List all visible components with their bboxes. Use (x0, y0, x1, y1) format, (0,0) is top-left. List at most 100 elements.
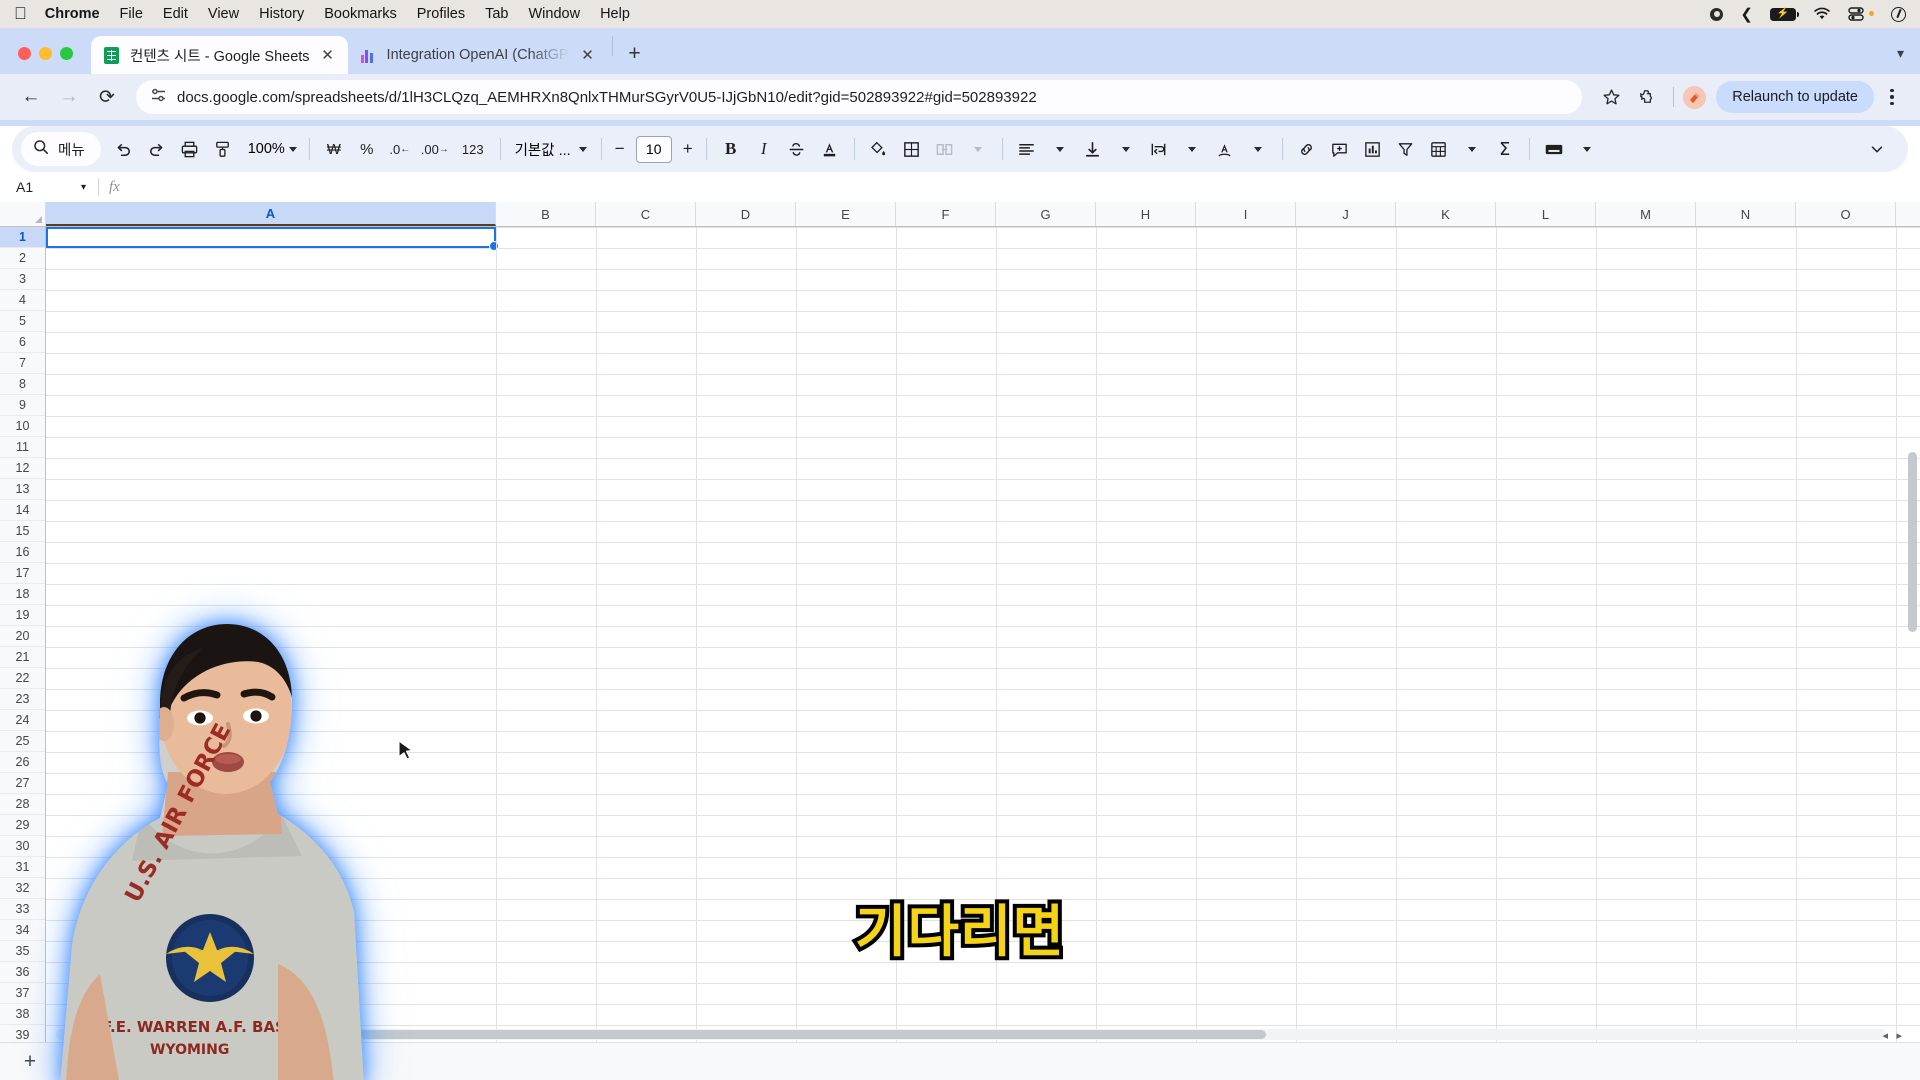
paint-format-icon[interactable] (207, 133, 239, 165)
vertical-scrollbar[interactable] (1907, 452, 1918, 1025)
create-filter-icon[interactable] (1390, 133, 1422, 165)
merge-cells-icon[interactable] (929, 133, 961, 165)
siri-icon[interactable] (1891, 6, 1906, 22)
row-header-14[interactable]: 14 (0, 500, 45, 521)
control-center-chevron-icon[interactable]: ❮ (1740, 5, 1753, 23)
currency-format-button[interactable]: ₩ (318, 133, 350, 165)
battery-charging-icon[interactable]: ⚡ (1770, 7, 1800, 21)
minimize-window-button[interactable] (39, 47, 52, 60)
row-header-26[interactable]: 26 (0, 752, 45, 773)
row-header-29[interactable]: 29 (0, 815, 45, 836)
row-header-17[interactable]: 17 (0, 563, 45, 584)
column-header-f[interactable]: F (896, 202, 996, 226)
column-header-h[interactable]: H (1096, 202, 1196, 226)
vertical-scroll-thumb[interactable] (1908, 452, 1917, 632)
functions-icon[interactable] (1423, 133, 1455, 165)
row-header-16[interactable]: 16 (0, 542, 45, 563)
search-menus-button[interactable]: 메뉴 (21, 132, 101, 166)
maximize-window-button[interactable] (60, 47, 73, 60)
italic-button[interactable]: I (748, 133, 780, 165)
close-window-button[interactable] (18, 47, 31, 60)
row-header-36[interactable]: 36 (0, 962, 45, 983)
insert-comment-icon[interactable] (1324, 133, 1356, 165)
row-header-30[interactable]: 30 (0, 836, 45, 857)
borders-icon[interactable] (896, 133, 928, 165)
close-tab-button[interactable]: ✕ (318, 45, 338, 65)
column-header-j[interactable]: J (1296, 202, 1396, 226)
apple-logo-icon[interactable]:  (14, 5, 27, 22)
row-header-21[interactable]: 21 (0, 647, 45, 668)
row-header-32[interactable]: 32 (0, 878, 45, 899)
sigma-sum-button[interactable]: Σ (1489, 133, 1521, 165)
horizontal-align-icon[interactable] (1011, 133, 1043, 165)
row-header-23[interactable]: 23 (0, 689, 45, 710)
row-header-8[interactable]: 8 (0, 374, 45, 395)
text-rotation-dropdown[interactable] (1242, 133, 1274, 165)
browser-tab-sheets[interactable]: 컨텐츠 시트 - Google Sheets ✕ (91, 36, 348, 74)
row-header-18[interactable]: 18 (0, 584, 45, 605)
fill-color-icon[interactable] (863, 133, 895, 165)
vertical-align-dropdown[interactable] (1110, 133, 1142, 165)
row-header-20[interactable]: 20 (0, 626, 45, 647)
row-header-22[interactable]: 22 (0, 668, 45, 689)
wifi-icon[interactable] (1813, 7, 1831, 21)
puzzle-piece-icon[interactable] (1630, 80, 1664, 114)
address-bar[interactable]: docs.google.com/spreadsheets/d/1lH3CLQzq… (136, 80, 1583, 114)
formula-input[interactable] (120, 175, 1920, 199)
scroll-left-arrow-icon[interactable]: ◂ (1882, 1028, 1888, 1042)
column-header-o[interactable]: O (1796, 202, 1896, 226)
row-header-37[interactable]: 37 (0, 983, 45, 1004)
menu-item-chrome[interactable]: Chrome (45, 6, 100, 22)
row-header-38[interactable]: 38 (0, 1004, 45, 1025)
menu-item-edit[interactable]: Edit (163, 6, 188, 22)
column-header-e[interactable]: E (796, 202, 896, 226)
row-header-11[interactable]: 11 (0, 437, 45, 458)
text-wrap-icon[interactable] (1143, 133, 1175, 165)
input-tools-dropdown[interactable] (1571, 133, 1603, 165)
row-header-6[interactable]: 6 (0, 332, 45, 353)
merge-cells-dropdown[interactable] (962, 133, 994, 165)
decrease-decimal-button[interactable]: .0 ← (384, 133, 416, 165)
tune-icon[interactable] (150, 87, 167, 108)
column-header-a[interactable]: A (46, 202, 496, 226)
more-formats-button[interactable]: 123 (454, 133, 492, 165)
row-header-10[interactable]: 10 (0, 416, 45, 437)
menu-item-bookmarks[interactable]: Bookmarks (324, 6, 397, 22)
menu-item-window[interactable]: Window (529, 6, 581, 22)
row-header-15[interactable]: 15 (0, 521, 45, 542)
row-header-35[interactable]: 35 (0, 941, 45, 962)
star-icon[interactable] (1594, 80, 1628, 114)
collapse-toolbar-chevron-down-icon[interactable] (1861, 133, 1893, 165)
menu-item-profiles[interactable]: Profiles (417, 6, 465, 22)
strikethrough-icon[interactable] (781, 133, 813, 165)
row-header-12[interactable]: 12 (0, 458, 45, 479)
redo-icon[interactable] (141, 133, 173, 165)
row-header-1[interactable]: 1 (0, 227, 45, 248)
row-header-7[interactable]: 7 (0, 353, 45, 374)
name-box[interactable]: A1 ▾ (6, 179, 96, 195)
row-header-4[interactable]: 4 (0, 290, 45, 311)
row-header-3[interactable]: 3 (0, 269, 45, 290)
insert-link-icon[interactable] (1291, 133, 1323, 165)
control-center-icon[interactable] (1848, 7, 1864, 21)
row-header-5[interactable]: 5 (0, 311, 45, 332)
menu-item-help[interactable]: Help (600, 6, 630, 22)
font-size-input[interactable]: 10 (635, 135, 672, 163)
row-header-19[interactable]: 19 (0, 605, 45, 626)
horizontal-align-dropdown[interactable] (1044, 133, 1076, 165)
column-header-g[interactable]: G (996, 202, 1096, 226)
undo-icon[interactable] (108, 133, 140, 165)
active-cell-selection[interactable] (46, 227, 499, 251)
increase-font-size-button[interactable]: + (678, 139, 698, 159)
relaunch-to-update-button[interactable]: Relaunch to update (1716, 81, 1874, 113)
column-header-m[interactable]: M (1596, 202, 1696, 226)
column-header-i[interactable]: I (1196, 202, 1296, 226)
menu-item-tab[interactable]: Tab (485, 6, 508, 22)
menu-item-history[interactable]: History (259, 6, 304, 22)
chevron-down-icon[interactable]: ▾ (1897, 45, 1904, 62)
row-header-13[interactable]: 13 (0, 479, 45, 500)
back-button[interactable]: ← (14, 80, 48, 114)
text-rotation-icon[interactable] (1209, 133, 1241, 165)
column-header-c[interactable]: C (596, 202, 696, 226)
row-header-31[interactable]: 31 (0, 857, 45, 878)
